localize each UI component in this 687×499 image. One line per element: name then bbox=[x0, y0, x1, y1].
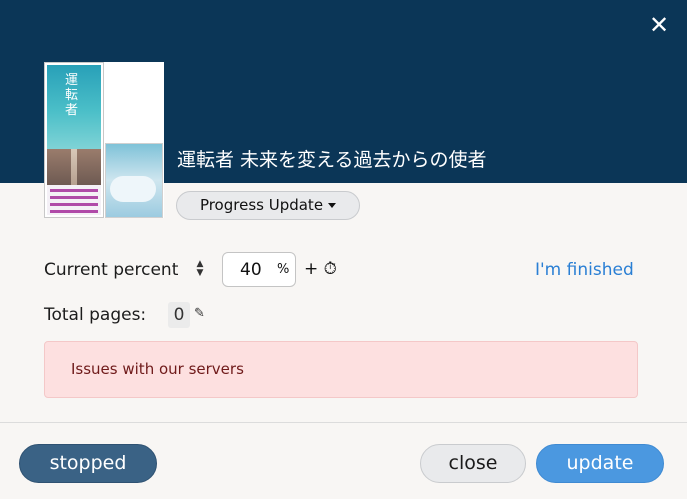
book-title: 運転者 未来を変える過去からの使者 bbox=[177, 149, 487, 171]
stopped-button[interactable]: stopped bbox=[19, 444, 157, 483]
cover-title: 運転者 bbox=[65, 73, 79, 118]
current-percent-label: Current percent bbox=[44, 260, 179, 280]
total-pages-label: Total pages: bbox=[44, 305, 147, 325]
add-time-icon[interactable]: + ⏱ bbox=[304, 258, 337, 280]
caret-down-icon bbox=[328, 203, 337, 208]
progress-update-dropdown[interactable]: Progress Update bbox=[176, 191, 360, 220]
cover-road bbox=[47, 149, 101, 185]
footer-divider bbox=[0, 422, 687, 423]
close-button[interactable]: close bbox=[420, 444, 526, 483]
cover-band bbox=[47, 185, 101, 215]
sort-toggle-icon[interactable]: ▲ ▼ bbox=[193, 260, 207, 282]
total-pages-value: 0 bbox=[168, 302, 190, 328]
percent-value: 40 bbox=[240, 260, 262, 280]
book-cover: 運転者 bbox=[44, 62, 104, 218]
sort-down-icon: ▼ bbox=[196, 268, 204, 278]
progress-update-label: Progress Update bbox=[199, 196, 324, 214]
update-button[interactable]: update bbox=[536, 444, 664, 483]
percent-input[interactable]: 40 % bbox=[222, 252, 296, 287]
cover-cloud bbox=[110, 176, 156, 202]
error-alert: Issues with our servers bbox=[44, 341, 638, 398]
book-cover-thumbnail bbox=[105, 143, 163, 218]
close-icon[interactable]: ✕ bbox=[646, 12, 672, 38]
alert-message: Issues with our servers bbox=[71, 360, 244, 378]
finished-link[interactable]: I'm finished bbox=[535, 258, 634, 282]
percent-unit: % bbox=[277, 262, 290, 277]
pencil-icon[interactable]: ✎ bbox=[194, 307, 208, 321]
